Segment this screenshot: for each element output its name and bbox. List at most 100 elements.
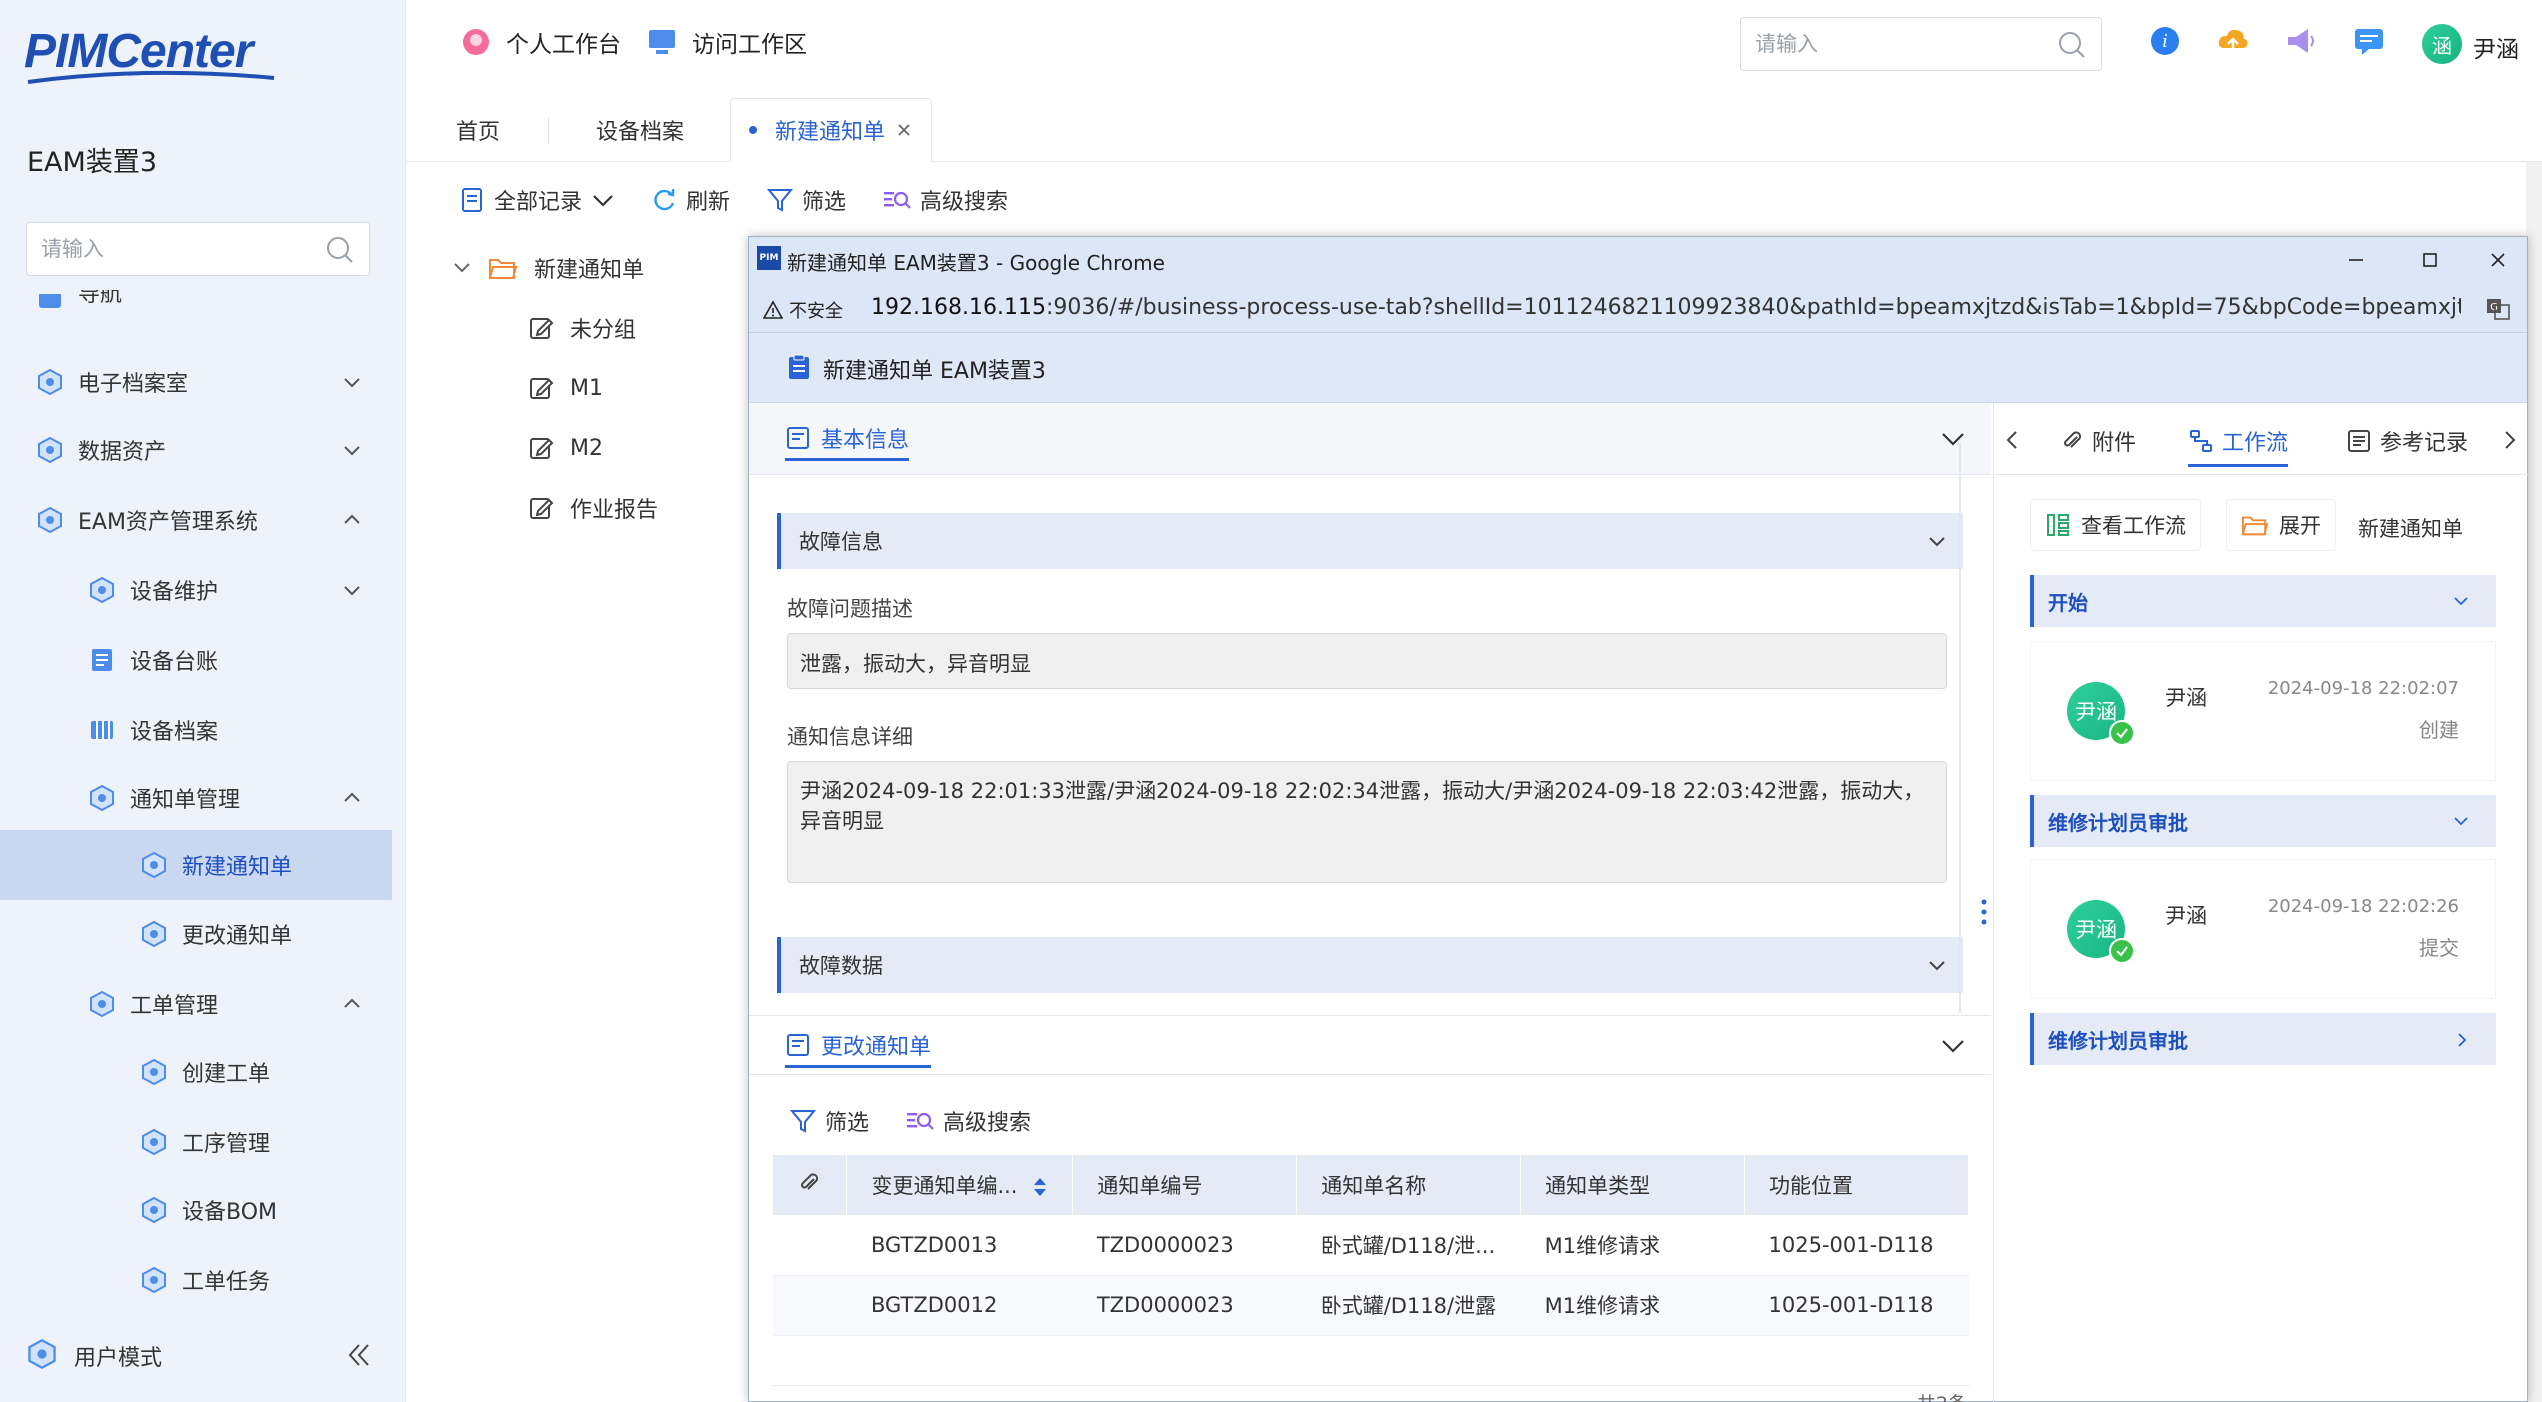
fault-desc-field[interactable]: 泄露，振动大，异音明显 <box>787 633 1947 689</box>
tab-workflow[interactable]: 工作流 <box>2188 421 2289 467</box>
form-inner-scrollbar[interactable] <box>1959 443 1961 1013</box>
sidebar-item-workorder-task[interactable]: 工单任务 <box>0 1248 392 1312</box>
chevron-right-icon[interactable] <box>2502 429 2518 451</box>
chevron-down-icon[interactable] <box>342 580 362 600</box>
sidebar-item-label: 电子档案室 <box>78 372 189 397</box>
filter-button[interactable]: 筛选 <box>766 182 846 218</box>
sidebar-item-maintenance[interactable]: 设备维护 <box>0 558 392 622</box>
tree-root-new-notice[interactable]: 新建通知单 <box>450 248 644 288</box>
chevron-up-icon[interactable] <box>342 510 362 530</box>
tab-reference-records[interactable]: 参考记录 <box>2346 423 2468 459</box>
attachment-column-header[interactable] <box>773 1155 848 1215</box>
sidebar-item-partial[interactable]: 导航 <box>0 290 392 322</box>
close-icon[interactable] <box>895 121 913 139</box>
info-icon[interactable]: i <box>2148 24 2182 58</box>
sidebar-item-workorder-mgmt[interactable]: 工单管理 <box>0 972 392 1036</box>
security-indicator[interactable]: 不安全 <box>763 297 843 323</box>
sort-icon[interactable] <box>1032 1175 1048 1199</box>
table-row[interactable]: BGTZD0013 TZD0000023 卧式罐/D118/泄... M1维修请… <box>773 1215 1969 1276</box>
sidebar-item-equipment-bom[interactable]: 设备BOM <box>0 1178 392 1242</box>
tab-home[interactable]: 首页 <box>456 98 500 162</box>
announcement-icon[interactable] <box>2284 24 2318 58</box>
tab-equipment-archive[interactable]: 设备档案 <box>596 98 684 162</box>
workflow-step-header[interactable]: 开始 <box>2030 575 2496 627</box>
tab-attachments[interactable]: 附件 <box>2060 423 2136 459</box>
sidebar-item-ledger[interactable]: 设备台账 <box>0 628 392 692</box>
close-window-button[interactable] <box>2481 243 2515 277</box>
chevron-down-icon[interactable] <box>450 256 474 280</box>
sidebar-item-create-workorder[interactable]: 创建工单 <box>0 1040 392 1104</box>
upload-cloud-icon[interactable] <box>2216 24 2250 58</box>
visit-workspace-link[interactable]: 访问工作区 <box>646 20 807 64</box>
tree-item-ungrouped[interactable]: 未分组 <box>528 308 636 348</box>
window-titlebar[interactable]: PIM 新建通知单 EAM装置3 - Google Chrome <box>749 237 2527 283</box>
page-scrollbar[interactable] <box>2526 162 2542 1402</box>
tree-item-work-report[interactable]: 作业报告 <box>528 488 658 528</box>
workflow-step-header[interactable]: 维修计划员审批 <box>2030 795 2496 847</box>
workflow-step-header[interactable]: 维修计划员审批 <box>2030 1013 2496 1065</box>
personal-workspace-link[interactable]: 个人工作台 <box>460 20 621 64</box>
minimize-button[interactable] <box>2339 243 2373 277</box>
page-tabs: 首页 设备档案 新建通知单 <box>406 98 2542 162</box>
column-header-notice-name[interactable]: 通知单名称 <box>1296 1155 1522 1215</box>
advanced-search-button[interactable]: 高级搜索 <box>882 182 1008 218</box>
expand-button[interactable]: 展开 <box>2226 499 2336 551</box>
user-avatar[interactable]: 涵 <box>2422 24 2462 64</box>
form-icon <box>787 1033 809 1056</box>
translate-icon[interactable]: G <box>2485 296 2511 322</box>
notice-detail-textarea[interactable]: 尹涵2024-09-18 22:01:33泄露/尹涵2024-09-18 22:… <box>787 761 1947 883</box>
user-name[interactable]: 尹涵 <box>2473 30 2519 64</box>
sub-filter-button[interactable]: 筛选 <box>789 1103 869 1139</box>
tree-item-m1[interactable]: M1 <box>528 368 603 408</box>
maximize-button[interactable] <box>2413 243 2447 277</box>
sub-advanced-search-button[interactable]: 高级搜索 <box>905 1103 1031 1139</box>
pimcenter-logo[interactable]: PIMCenter <box>24 22 275 84</box>
global-search-input[interactable] <box>1741 18 2041 70</box>
chevron-down-icon[interactable] <box>1939 1034 1967 1058</box>
tab-label: 新建通知单 <box>775 120 886 145</box>
column-header-location[interactable]: 功能位置 <box>1744 1155 1969 1215</box>
sidebar-item-notice-mgmt[interactable]: 通知单管理 <box>0 766 392 830</box>
panel-splitter-handle-icon[interactable] <box>1979 897 1989 927</box>
sidebar-item-data-assets[interactable]: 数据资产 <box>0 418 392 482</box>
chevron-down-icon[interactable] <box>1939 427 1967 451</box>
close-icon <box>2491 253 2505 267</box>
url-text[interactable]: 192.168.16.115:9036/#/business-process-u… <box>871 295 2461 320</box>
refresh-button[interactable]: 刷新 <box>650 182 730 218</box>
address-bar[interactable]: 不安全 192.168.16.115:9036/#/business-proce… <box>749 283 2527 333</box>
fault-info-group-header[interactable]: 故障信息 <box>777 513 1963 569</box>
chevron-down-icon[interactable] <box>342 372 362 392</box>
hexagon-module-icon <box>142 920 166 948</box>
tab-change-notice[interactable]: 更改通知单 <box>785 1026 932 1068</box>
sidebar-item-change-notice[interactable]: 更改通知单 <box>0 902 392 966</box>
tab-new-notice[interactable]: 新建通知单 <box>730 98 933 162</box>
search-icon[interactable] <box>2057 30 2087 60</box>
sidebar-item-equipment-archive[interactable]: 设备档案 <box>0 698 392 762</box>
chevron-left-icon[interactable] <box>2004 429 2020 451</box>
check-badge-icon <box>2109 938 2135 964</box>
collapse-sidebar-icon[interactable] <box>344 1340 374 1370</box>
chevron-down-icon[interactable] <box>342 440 362 460</box>
sidebar-item-new-notice[interactable]: 新建通知单 <box>0 830 392 900</box>
archive-icon <box>91 721 113 739</box>
fault-data-group-header[interactable]: 故障数据 <box>777 937 1963 993</box>
sidebar-search[interactable] <box>26 222 370 276</box>
column-header-notice-type[interactable]: 通知单类型 <box>1520 1155 1746 1215</box>
all-records-dropdown[interactable]: 全部记录 <box>458 182 624 218</box>
sidebar-item-archives[interactable]: 电子档案室 <box>0 350 392 414</box>
tab-basic-info[interactable]: 基本信息 <box>785 419 910 461</box>
column-header-change-no[interactable]: 变更通知单编... <box>846 1155 1074 1215</box>
search-icon[interactable] <box>325 235 355 265</box>
chevron-up-icon[interactable] <box>342 788 362 808</box>
chevron-up-icon[interactable] <box>342 994 362 1014</box>
tree-item-m2[interactable]: M2 <box>528 428 603 468</box>
user-mode-toggle[interactable]: 用户模式 <box>74 1340 162 1372</box>
message-icon[interactable] <box>2352 24 2386 58</box>
view-workflow-button[interactable]: 查看工作流 <box>2030 499 2201 551</box>
table-row[interactable]: BGTZD0012 TZD0000023 卧式罐/D118/泄露 M1维修请求 … <box>773 1275 1969 1336</box>
column-header-notice-no[interactable]: 通知单编号 <box>1072 1155 1298 1215</box>
sidebar-search-input[interactable] <box>27 223 307 275</box>
sidebar-item-eam[interactable]: EAM资产管理系统 <box>0 488 392 552</box>
global-search[interactable] <box>1740 17 2102 71</box>
sidebar-item-process-mgmt[interactable]: 工序管理 <box>0 1110 392 1174</box>
